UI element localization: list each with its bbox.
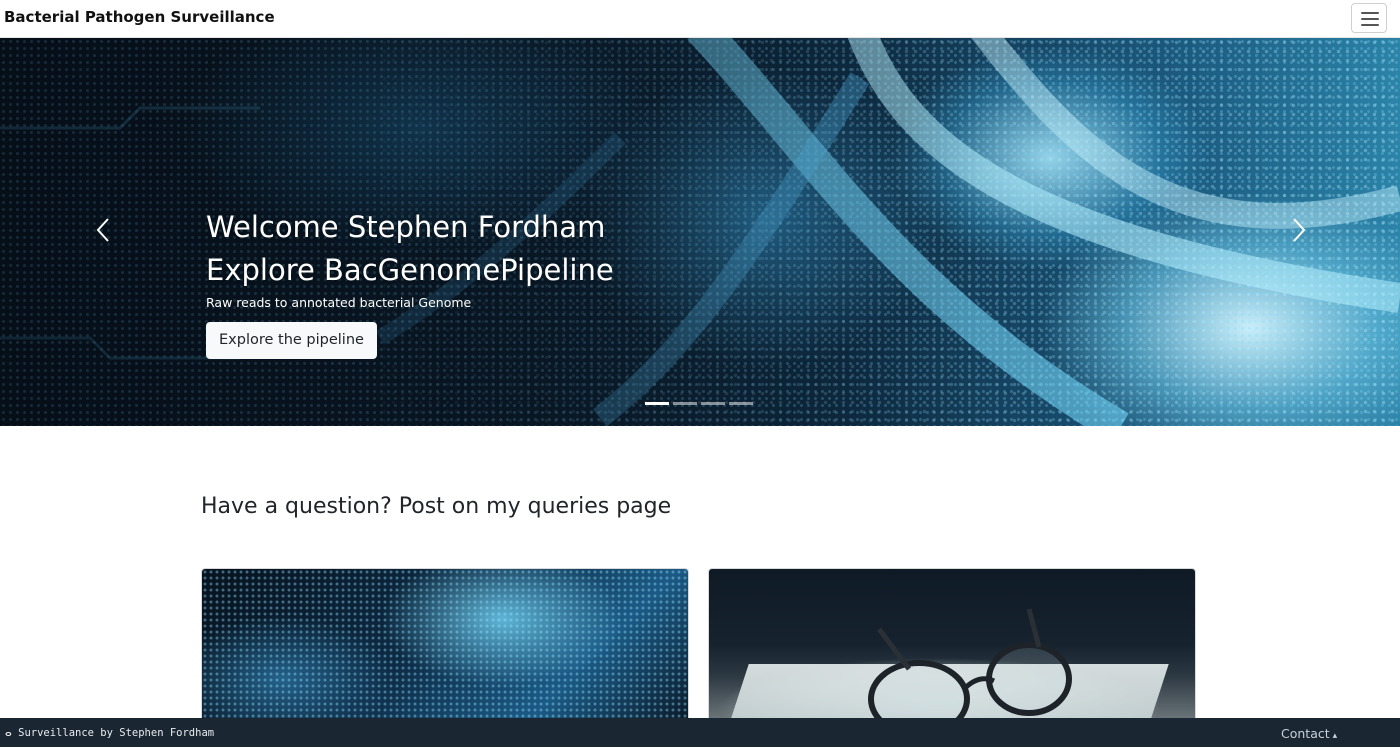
hamburger-line [1361,12,1379,14]
carousel-indicator[interactable] [701,402,725,405]
chevron-left-icon [96,218,109,242]
footer-bar: ⴰ Surveillance by Stephen Fordham Contac… [0,718,1400,747]
glasses-graphic [868,608,1072,719]
queries-heading: Have a question? Post on my queries page [201,494,672,519]
chevron-right-icon [1293,218,1306,242]
hamburger-line [1361,18,1379,20]
contact-dropdown-button[interactable]: Contact ▴ [1281,726,1337,741]
hero-carousel: Welcome Stephen Fordham Explore BacGenom… [0,38,1400,426]
card-queries[interactable] [708,568,1196,720]
explore-pipeline-button[interactable]: Explore the pipeline [206,322,377,359]
carousel-indicator[interactable] [673,402,697,405]
carousel-prev-button[interactable] [84,210,124,250]
card-dna[interactable] [201,568,689,720]
brand-title[interactable]: Bacterial Pathogen Surveillance [4,8,275,26]
carousel-next-button[interactable] [1278,210,1318,250]
glasses-on-book-image [709,569,1195,719]
carousel-indicator[interactable] [645,402,669,405]
hero-welcome-heading: Welcome Stephen Fordham [206,210,606,244]
carousel-indicator[interactable] [729,402,753,405]
navbar-toggle-button[interactable] [1351,3,1387,33]
footer-credit: ⴰ Surveillance by Stephen Fordham [5,727,214,739]
hamburger-line [1361,24,1379,26]
navbar: Bacterial Pathogen Surveillance [0,0,1400,38]
hero-subtitle: Raw reads to annotated bacterial Genome [206,295,472,310]
hero-explore-heading: Explore BacGenomePipeline [206,253,614,287]
dna-helix-image [202,569,688,719]
contact-label: Contact [1281,726,1330,741]
caret-up-icon: ▴ [1332,731,1338,741]
pathogen-icon: ⴰ [5,727,12,739]
carousel-caption: Welcome Stephen Fordham Explore BacGenom… [206,206,614,359]
footer-credit-text: Surveillance by Stephen Fordham [18,727,215,739]
